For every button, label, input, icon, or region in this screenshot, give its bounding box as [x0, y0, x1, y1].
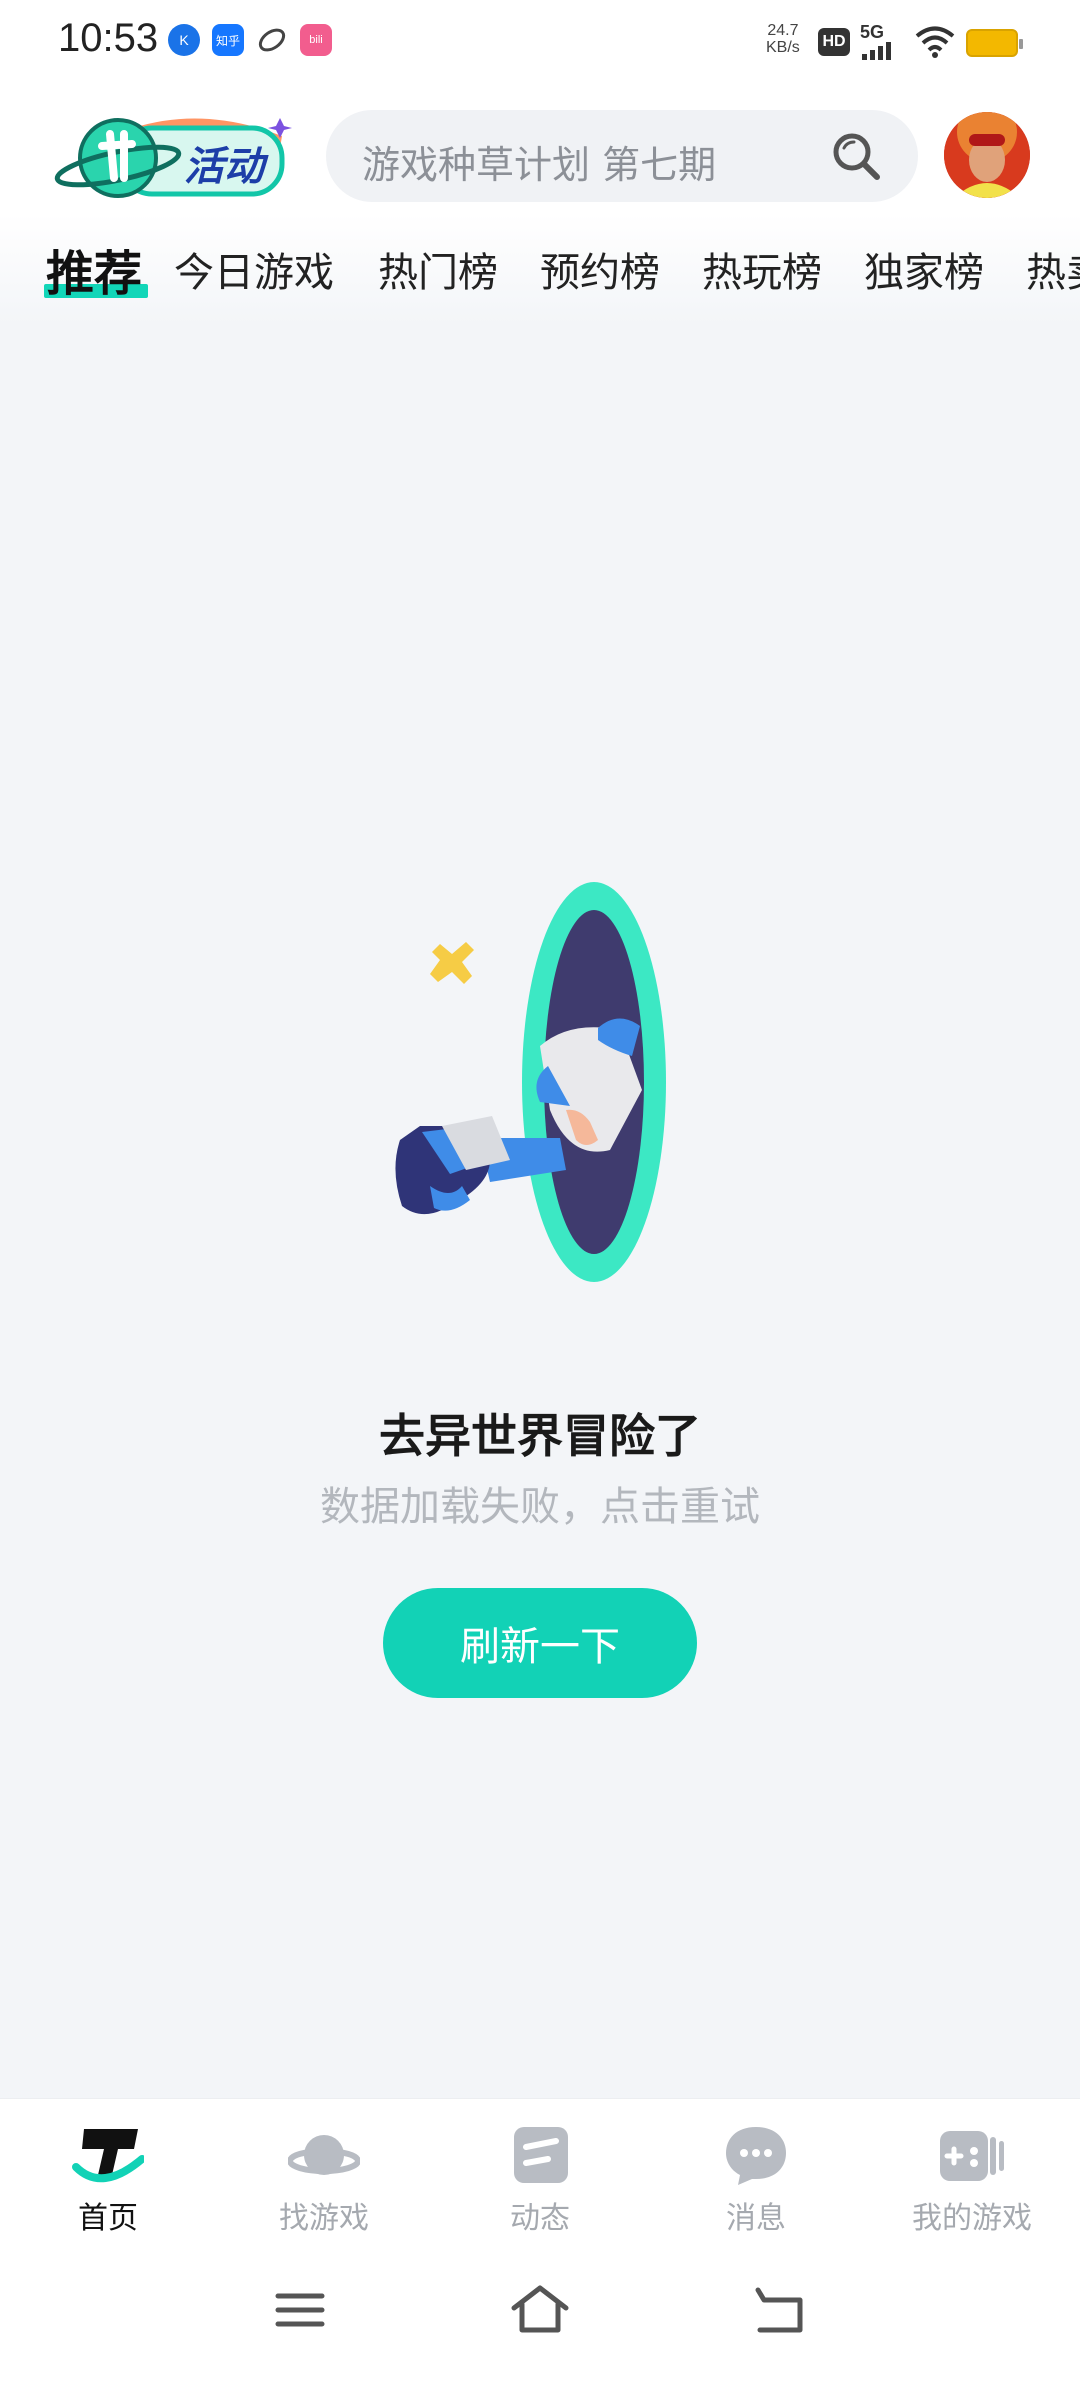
- bilibili-app-icon: bili: [300, 24, 332, 56]
- portal-adventure-illustration: [395, 882, 666, 1282]
- nav-find-games-label: 找游戏: [279, 2201, 369, 2236]
- nav-home-label: 首页: [78, 2201, 138, 2236]
- nav-feed-label: 动态: [510, 2201, 570, 2236]
- home-taptap-icon: [72, 2129, 144, 2183]
- nav-my-games[interactable]: 我的游戏: [872, 2099, 1072, 2239]
- tab-exclusive-ranking[interactable]: 独家榜: [864, 240, 984, 298]
- home-icon[interactable]: [510, 2280, 570, 2340]
- nav-messages-label: 消息: [726, 2201, 786, 2236]
- avatar-image: [944, 112, 1030, 198]
- activity-badge-button[interactable]: 活动: [52, 106, 292, 206]
- net-speed-value: 24.7: [767, 22, 799, 39]
- orbit-app-icon: [256, 24, 288, 56]
- zhihu-app-icon: 知乎: [212, 24, 244, 56]
- planet-icon: [288, 2135, 360, 2175]
- tab-hot-play-ranking[interactable]: 热玩榜: [702, 240, 822, 298]
- empty-state-subtitle[interactable]: 数据加载失败，点击重试: [0, 1474, 1080, 1532]
- nav-home[interactable]: 首页: [8, 2099, 208, 2239]
- net-speed-unit: KB/s: [766, 39, 800, 56]
- battery-icon: [966, 29, 1023, 57]
- tab-hot-sale[interactable]: 热卖: [1026, 240, 1080, 298]
- user-avatar[interactable]: [944, 112, 1030, 198]
- network-speed: 24.7 KB/s: [766, 22, 800, 56]
- search-placeholder: 游戏种草计划 第七期: [362, 143, 717, 187]
- header: 活动 游戏种草计划 第七期: [0, 84, 1080, 214]
- activity-label: 活动: [184, 144, 264, 190]
- system-navigation-bar: [0, 2238, 1080, 2388]
- tab-today-games[interactable]: 今日游戏: [174, 240, 334, 298]
- nav-feed[interactable]: 动态: [440, 2099, 640, 2239]
- tab-reservation-ranking[interactable]: 预约榜: [540, 240, 660, 298]
- empty-state-title: 去异世界冒险了: [379, 1409, 701, 1463]
- category-tabs: 推荐 今日游戏 热门榜 预约榜 热玩榜 独家榜 热卖: [0, 214, 1080, 324]
- search-input[interactable]: 游戏种草计划 第七期: [326, 110, 918, 202]
- status-time: 10:53: [58, 16, 159, 60]
- nav-messages[interactable]: 消息: [656, 2099, 856, 2239]
- signal-icon: [862, 42, 891, 60]
- nav-find-games[interactable]: 找游戏: [224, 2099, 424, 2239]
- tab-hot-ranking[interactable]: 热门榜: [378, 240, 498, 298]
- tab-recommend[interactable]: 推荐: [46, 234, 142, 304]
- nav-my-games-label: 我的游戏: [912, 2201, 1032, 2236]
- menu-icon[interactable]: [270, 2280, 330, 2340]
- bottom-navigation: 首页 找游戏 动态 消息 我的游戏: [0, 2098, 1080, 2238]
- feed-icon: [514, 2127, 568, 2183]
- back-icon[interactable]: [750, 2280, 810, 2340]
- refresh-button[interactable]: 刷新一下: [383, 1588, 697, 1698]
- k-app-icon: K: [168, 24, 200, 56]
- hd-badge: HD: [818, 28, 850, 56]
- gamepad-icon: [940, 2131, 1004, 2181]
- search-icon[interactable]: [830, 130, 882, 182]
- status-bar: 10:53 K 知乎 bili 24.7 KB/s HD 5G: [0, 0, 1080, 84]
- chat-bubble-icon: [726, 2127, 786, 2185]
- wifi-icon: [915, 26, 955, 58]
